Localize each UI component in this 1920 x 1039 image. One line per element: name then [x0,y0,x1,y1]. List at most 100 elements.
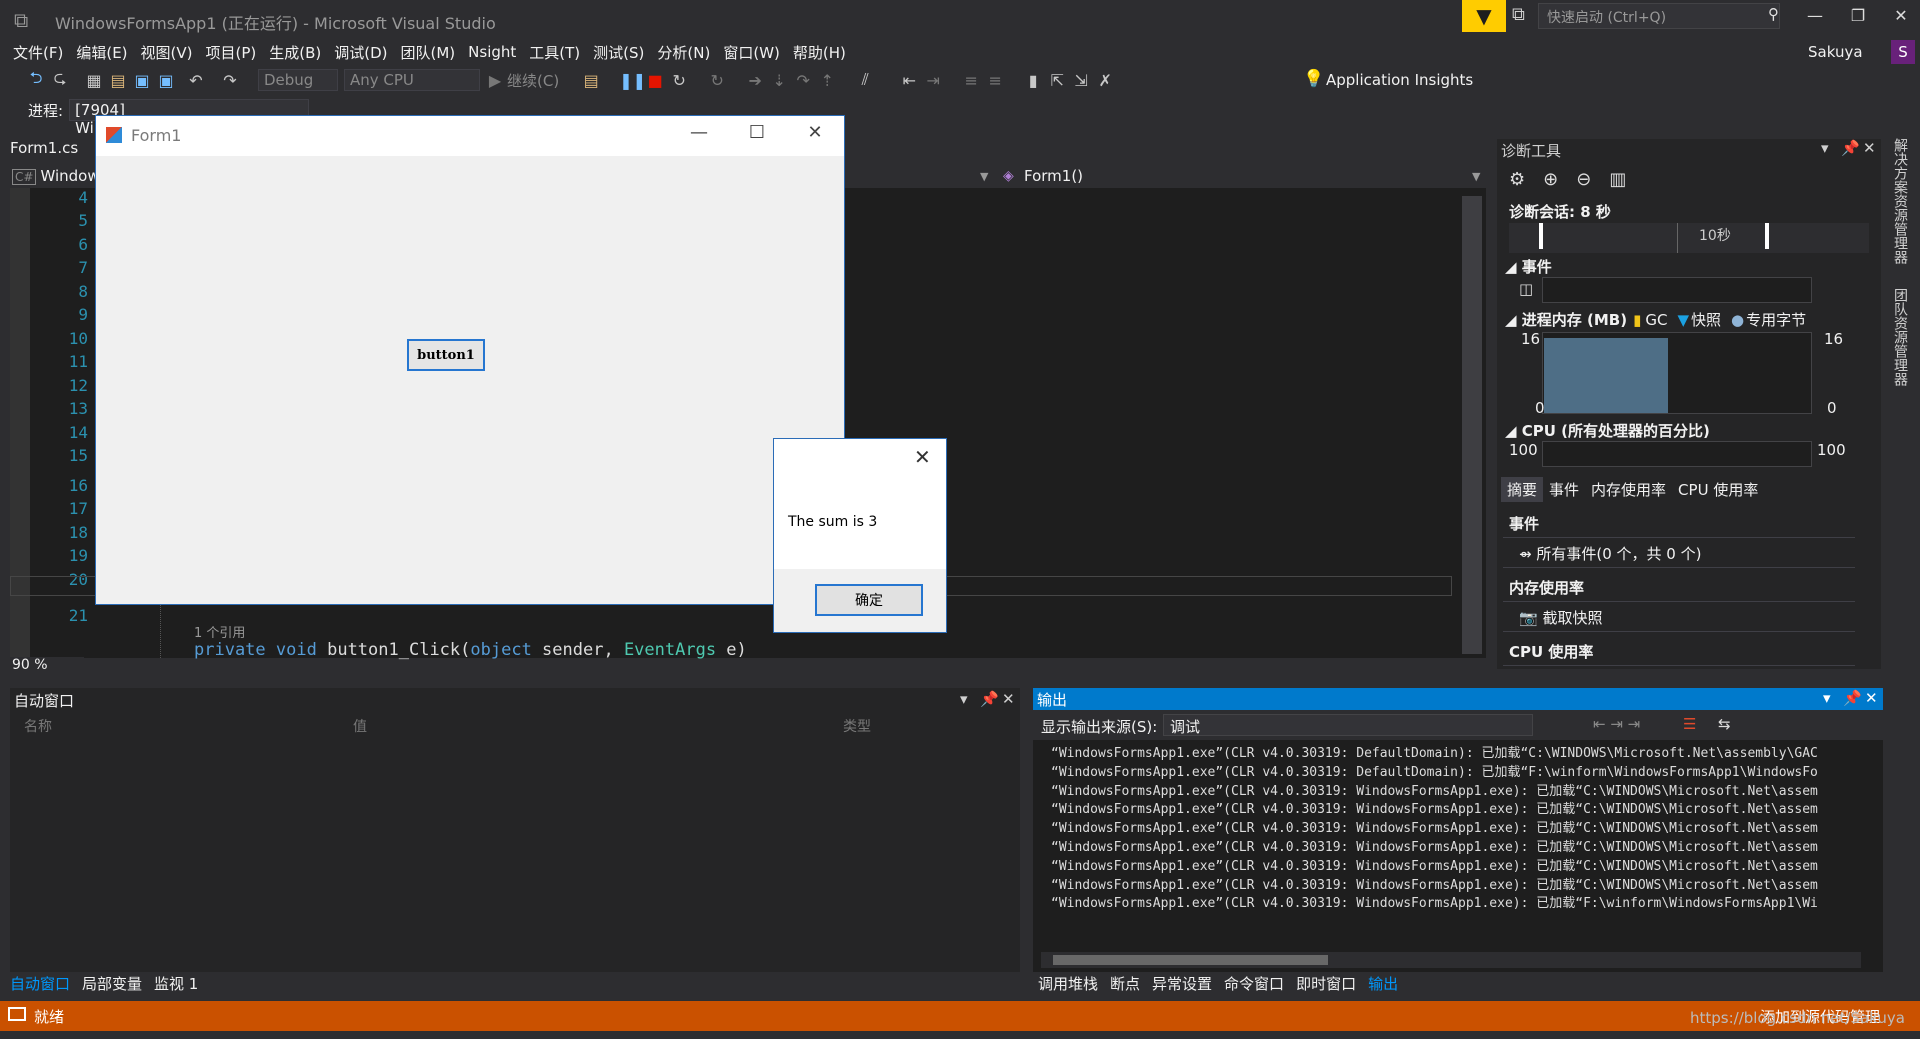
all-events-link[interactable]: ⇴ 所有事件(0 个，共 0 个) [1503,538,1855,568]
col-value[interactable]: 值 [353,716,367,736]
comment-icon[interactable]: ⇤ [897,71,921,90]
indent-icon[interactable]: ≡ [959,71,983,90]
member-nav-select[interactable]: Form1() [1024,167,1083,185]
memory-chart[interactable] [1542,332,1812,414]
next-bookmark-icon[interactable]: ⇲ [1069,71,1093,90]
tab-events[interactable]: 事件 [1543,477,1585,502]
avatar[interactable]: S [1891,40,1915,64]
clear-bookmarks-icon[interactable]: ✗ [1093,71,1117,90]
menu-test[interactable]: 测试(S) [592,42,644,63]
dropdown-icon[interactable]: ▾ [1823,689,1831,707]
col-name[interactable]: 名称 [24,716,52,736]
zoom-out-icon[interactable]: ⊖ [1576,169,1591,190]
col-type[interactable]: 类型 [843,716,871,736]
tab-immediate-window[interactable]: 即时窗口 [1296,973,1356,994]
menu-analyze[interactable]: 分析(N) [656,42,710,63]
save-icon[interactable]: ▣ [130,71,154,90]
pause-icon[interactable]: ❚❚ [619,71,646,90]
find-message-icon[interactable]: ⇤ ⇥ ⇥ [1593,715,1640,733]
application-insights-button[interactable]: Application Insights [1326,71,1473,89]
stop-icon[interactable]: ■ [643,71,667,90]
continue-button[interactable]: 继续(C) [507,70,559,91]
save-all-icon[interactable]: ▣ [154,71,178,90]
tab-command-window[interactable]: 命令窗口 [1224,973,1284,994]
tab-call-stack[interactable]: 调用堆栈 [1038,973,1098,994]
menu-tools[interactable]: 工具(T) [528,42,580,63]
timeline[interactable]: 10秒 [1509,223,1869,253]
close-icon[interactable]: ✕ [792,122,838,143]
maximize-icon[interactable]: ☐ [734,122,780,143]
notification-filter-icon[interactable]: ▼ [1462,0,1506,32]
step-into-icon[interactable]: ⇣ [767,71,791,90]
browse-icon[interactable]: ▤ [579,71,603,90]
zoom-in-icon[interactable]: ⊕ [1543,169,1558,190]
document-tab[interactable]: Form1.cs [10,139,78,157]
menu-debug[interactable]: 调试(D) [333,42,387,63]
menu-file[interactable]: 文件(F) [12,42,63,63]
tab-watch-1[interactable]: 监视 1 [154,973,198,994]
code-lens-references[interactable]: 1 个引用 [194,622,245,641]
tab-cpu-usage[interactable]: CPU 使用率 [1672,477,1764,502]
close-icon[interactable]: ✕ [1863,139,1876,157]
tab-breakpoints[interactable]: 断点 [1110,973,1140,994]
chevron-down-icon[interactable]: ▼ [1472,170,1480,183]
tab-output[interactable]: 输出 [1368,973,1398,994]
restart-icon[interactable]: ↻ [667,71,691,90]
menu-build[interactable]: 生成(B) [268,42,321,63]
menu-project[interactable]: 项目(P) [205,42,257,63]
open-file-icon[interactable]: ▤ [106,71,130,90]
restore-icon[interactable]: ❐ [1843,6,1873,25]
minimize-icon[interactable]: — [676,122,722,143]
step-out-icon[interactable]: ⇡ [815,71,839,90]
ok-button[interactable]: 确定 [815,584,923,616]
continue-icon[interactable]: ▶ [483,71,507,90]
user-name[interactable]: Sakuya [1808,43,1863,61]
uncomment-icon[interactable]: ⇥ [921,71,945,90]
pin-icon[interactable]: 📌 [1841,139,1860,157]
menu-team[interactable]: 团队(M) [400,42,456,63]
bookmark-icon[interactable]: ▮ [1021,71,1045,90]
step-over-icon[interactable]: ↷ [791,71,815,90]
outdent-icon[interactable]: ≡ [983,71,1007,90]
word-wrap-icon[interactable]: ⇆ [1718,715,1731,733]
navigate-forward-icon[interactable]: ⮎ [48,67,72,94]
pin-icon[interactable]: 📌 [1843,689,1862,707]
configuration-select[interactable]: Debug [258,69,338,91]
button1[interactable]: button1 [407,339,485,371]
dropdown-icon[interactable]: ▾ [1821,139,1829,157]
close-icon[interactable]: ✕ [1865,689,1878,707]
menu-nsight[interactable]: Nsight [467,43,516,61]
team-explorer-tab[interactable]: 团队资源管理器 [1890,288,1910,386]
feedback-icon[interactable]: ⧉ [1512,4,1525,25]
menu-window[interactable]: 窗口(W) [722,42,780,63]
minimize-icon[interactable]: — [1800,6,1830,25]
output-source-select[interactable]: 调试 [1163,714,1533,736]
chevron-down-icon[interactable]: ▼ [980,170,988,183]
pause-icon[interactable]: ◫ [1519,280,1533,298]
output-hscrollbar[interactable] [1041,952,1861,968]
reset-view-icon[interactable]: ▥ [1609,169,1626,190]
tab-autos[interactable]: 自动窗口 [10,973,70,994]
dropdown-icon[interactable]: ▾ [960,690,968,708]
close-icon[interactable]: ✕ [914,445,931,469]
show-next-statement-icon[interactable]: ➔ [743,71,767,90]
take-snapshot-button[interactable]: 📷 截取快照 [1503,602,1855,632]
zoom-select[interactable]: 90 % [10,657,84,675]
timeline-end-handle[interactable] [1765,223,1769,249]
tab-exception-settings[interactable]: 异常设置 [1152,973,1212,994]
scroll-thumb[interactable] [1053,955,1328,965]
tab-locals[interactable]: 局部变量 [82,973,142,994]
prev-bookmark-icon[interactable]: ⇱ [1045,71,1069,90]
editor-scrollbar[interactable] [1462,196,1482,654]
solution-explorer-tab[interactable]: 解决方案资源管理器 [1890,138,1910,264]
platform-select[interactable]: Any CPU [344,69,480,91]
tab-summary[interactable]: 摘要 [1501,476,1544,502]
close-icon[interactable]: ✕ [1002,690,1015,708]
menu-edit[interactable]: 编辑(E) [75,42,127,63]
redo-icon[interactable]: ↷ [218,71,242,90]
pin-icon[interactable]: 📌 [980,690,999,708]
search-icon[interactable]: ⚲ [1768,5,1779,23]
close-icon[interactable]: ✕ [1886,6,1916,25]
menu-help[interactable]: 帮助(H) [792,42,846,63]
navigate-back-icon[interactable]: ⮌ [24,67,48,94]
